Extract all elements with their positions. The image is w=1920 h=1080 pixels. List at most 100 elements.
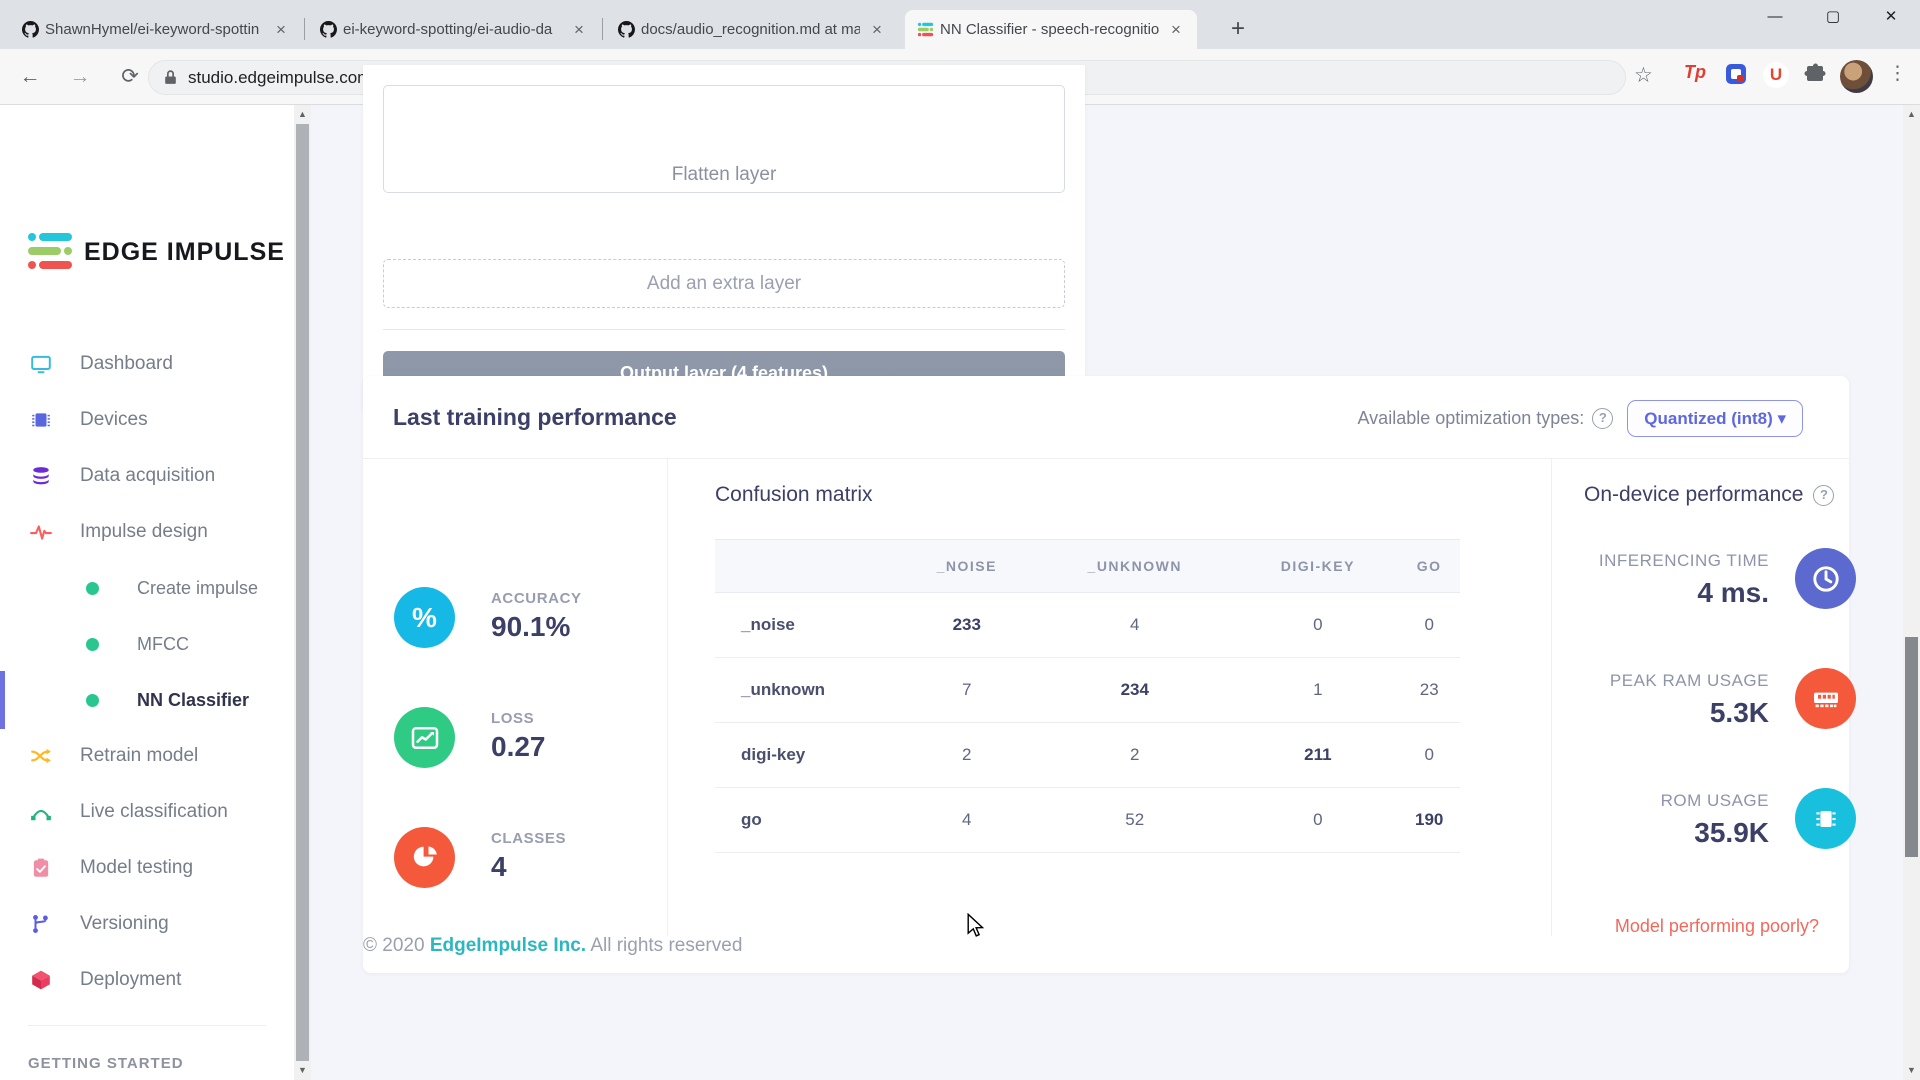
tab-separator — [602, 18, 603, 40]
window-minimize-button[interactable]: — — [1746, 0, 1804, 34]
sidebar-item-label: Data acquisition — [80, 465, 215, 487]
pulse-icon — [30, 521, 52, 543]
divider — [383, 329, 1065, 330]
flatten-layer-block[interactable]: Flatten layer — [383, 85, 1065, 193]
github-icon — [22, 21, 39, 38]
tab-close-icon[interactable]: × — [866, 19, 888, 41]
shuffle-icon — [30, 745, 52, 767]
sidebar-item-impulse-design[interactable]: Impulse design — [0, 504, 294, 560]
model-performing-poorly-link[interactable]: Model performing poorly? — [1615, 916, 1819, 937]
col-header — [715, 540, 901, 593]
metric-value: 4 — [491, 851, 566, 883]
extensions-puzzle-icon[interactable] — [1803, 62, 1827, 91]
copyright-text: © 2020 — [363, 935, 425, 956]
metric-label: LOSS — [491, 710, 546, 727]
tab-close-icon[interactable]: × — [1165, 19, 1187, 41]
browser-menu-icon[interactable]: ⋮ — [1888, 62, 1907, 85]
status-dot-icon — [86, 694, 99, 707]
forward-button[interactable]: → — [64, 61, 96, 93]
sidebar-scrollbar-thumb[interactable] — [296, 124, 309, 1061]
sidebar-item-versioning[interactable]: Versioning — [0, 896, 294, 952]
sidebar-subitem-label: Create impulse — [137, 578, 258, 599]
sidebar-item-model-testing[interactable]: Model testing — [0, 840, 294, 896]
cell: 7 — [901, 658, 1032, 723]
github-icon — [320, 21, 337, 38]
cell: 2 — [901, 723, 1032, 788]
on-device-performance-title: On-device performance ? — [1584, 483, 1834, 507]
help-icon[interactable]: ? — [1592, 408, 1613, 429]
col-header: _NOISE — [901, 540, 1032, 593]
sidebar-item-data-acquisition[interactable]: Data acquisition — [0, 448, 294, 504]
extension-tp-icon[interactable]: Tp — [1684, 62, 1706, 83]
active-item-indicator — [0, 671, 5, 729]
tab-title: docs/audio_recognition.md at ma — [641, 21, 860, 38]
col-header: _UNKNOWN — [1032, 540, 1237, 593]
scroll-up-icon[interactable]: ▲ — [1903, 105, 1920, 124]
tab-4-active[interactable]: NN Classifier - speech-recognitio × — [905, 10, 1197, 49]
sidebar-item-retrain-model[interactable]: Retrain model — [0, 728, 294, 784]
sidebar-item-live-classification[interactable]: Live classification — [0, 784, 294, 840]
scroll-down-icon[interactable]: ▼ — [294, 1061, 311, 1080]
edge-impulse-logo-icon — [28, 233, 72, 271]
cell: 2 — [1032, 723, 1237, 788]
rom-chip-icon — [1795, 788, 1856, 849]
scroll-up-icon[interactable]: ▲ — [294, 105, 311, 124]
sidebar-item-devices[interactable]: Devices — [0, 392, 294, 448]
status-dot-icon — [86, 582, 99, 595]
row-label: go — [715, 788, 901, 853]
metric-label: ACCURACY — [491, 590, 582, 607]
rights-text: All rights reserved — [590, 935, 742, 956]
table-header-row: _NOISE _UNKNOWN DIGI-KEY GO — [715, 540, 1460, 593]
tab-2[interactable]: ei-keyword-spotting/ei-audio-da × — [308, 10, 600, 49]
back-button[interactable]: ← — [14, 61, 46, 93]
tab-3[interactable]: docs/audio_recognition.md at ma × — [606, 10, 898, 49]
tab-close-icon[interactable]: × — [568, 19, 590, 41]
sidebar-item-label: Dashboard — [80, 353, 173, 375]
bookmark-star-icon[interactable]: ☆ — [1634, 63, 1653, 88]
page-scrollbar-thumb[interactable] — [1905, 637, 1918, 857]
sidebar-item-create-impulse[interactable]: Create impulse — [0, 560, 294, 616]
sidebar-item-mfcc[interactable]: MFCC — [0, 616, 294, 672]
sidebar-item-nn-classifier[interactable]: NN Classifier — [0, 672, 294, 728]
tab-separator — [304, 18, 305, 40]
window-close-button[interactable]: ✕ — [1862, 0, 1920, 34]
bezier-icon — [30, 801, 52, 823]
table-row: digi-key 2 2 211 0 — [715, 723, 1460, 788]
row-label: _unknown — [715, 658, 901, 723]
cell: 4 — [901, 788, 1032, 853]
sidebar-scrollbar[interactable]: ▲ ▼ — [294, 105, 311, 1080]
sidebar-item-dashboard[interactable]: Dashboard — [0, 336, 294, 392]
reload-button[interactable]: ⟳ — [114, 61, 146, 93]
optimization-select[interactable]: Quantized (int8) ▾ — [1627, 400, 1803, 437]
cube-icon — [30, 969, 52, 991]
edge-impulse-logo[interactable]: EDGE IMPULSE — [28, 233, 285, 271]
divider — [667, 458, 668, 936]
tab-1[interactable]: ShawnHymel/ei-keyword-spottin × — [10, 10, 302, 49]
window-maximize-button[interactable]: ▢ — [1804, 0, 1862, 34]
scroll-down-icon[interactable]: ▼ — [1903, 1061, 1920, 1080]
cell: 1 — [1237, 658, 1398, 723]
page-scrollbar[interactable]: ▲ ▼ — [1903, 105, 1920, 1080]
cell: 233 — [901, 593, 1032, 658]
extension-u-icon[interactable]: U — [1763, 62, 1789, 88]
tab-title: ShawnHymel/ei-keyword-spottin — [45, 21, 264, 38]
network-architecture-card: Flatten layer Add an extra layer Output … — [363, 65, 1085, 415]
sidebar-item-deployment[interactable]: Deployment — [0, 952, 294, 1008]
help-icon[interactable]: ? — [1813, 485, 1834, 506]
col-header: GO — [1398, 540, 1460, 593]
tab-close-icon[interactable]: × — [270, 19, 292, 41]
copyright-footer: © 2020 EdgeImpulse Inc. All rights reser… — [363, 935, 742, 957]
sidebar-subitem-label: NN Classifier — [137, 690, 249, 711]
training-performance-card: Last training performance Available opti… — [363, 376, 1849, 973]
percent-icon: % — [394, 587, 455, 648]
table-row: _noise 233 4 0 0 — [715, 593, 1460, 658]
new-tab-button[interactable]: + — [1222, 14, 1254, 46]
company-link[interactable]: EdgeImpulse Inc. — [430, 935, 586, 956]
metric-label: PEAK RAM USAGE — [1504, 671, 1769, 691]
profile-avatar[interactable] — [1840, 60, 1873, 93]
extension-card-icon[interactable] — [1724, 62, 1748, 91]
clipboard-check-icon — [30, 857, 52, 879]
add-extra-layer-button[interactable]: Add an extra layer — [383, 259, 1065, 308]
url-domain: studio.edgeimpulse.com — [188, 68, 371, 87]
tab-strip: ShawnHymel/ei-keyword-spottin × ei-keywo… — [0, 0, 1920, 49]
